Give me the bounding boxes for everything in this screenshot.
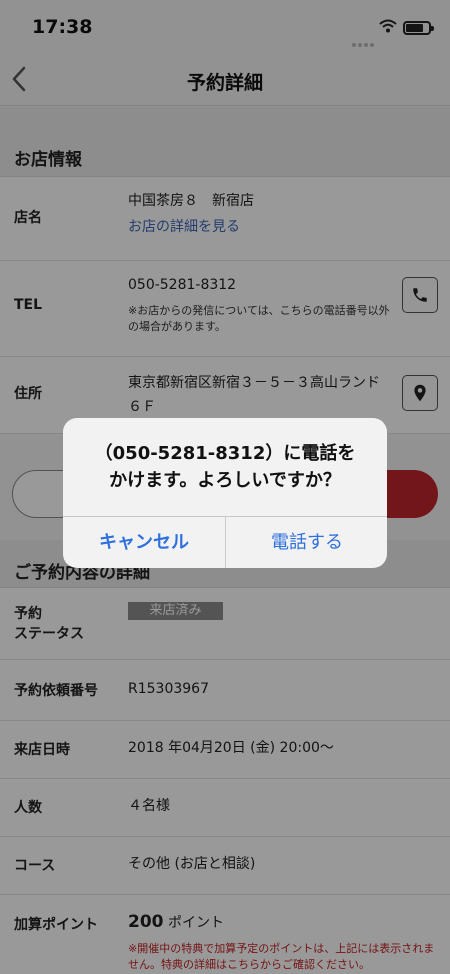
app-screen: 17:38 予約詳細 お店情報 店名 中国茶房８ 新宿店 お店の詳細を見る TE… [0,0,450,974]
call-confirm-dialog: （050-5281-8312）に電話を かけます。よろしいですか？ キャンセル … [63,418,387,568]
cancel-button[interactable]: キャンセル [63,517,225,568]
dialog-message: （050-5281-8312）に電話を かけます。よろしいですか？ [94,443,356,491]
call-button[interactable]: 電話する [226,517,387,568]
